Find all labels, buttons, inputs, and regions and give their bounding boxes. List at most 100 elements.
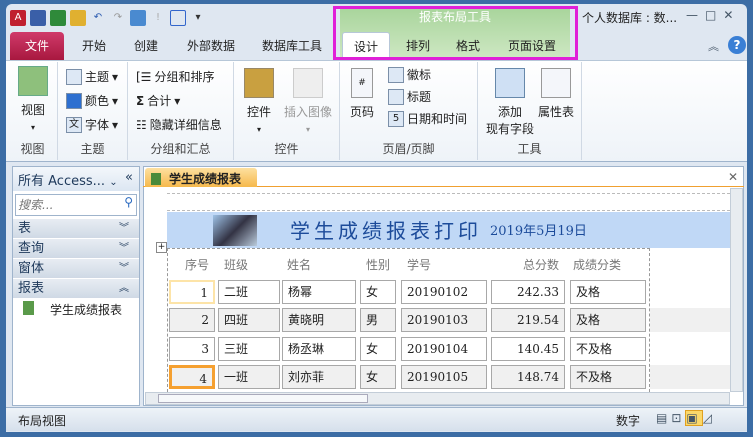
redo-icon[interactable]: ↷ [110, 10, 126, 26]
collapse-ribbon-icon[interactable]: ︽ [708, 38, 719, 54]
layout-view-icon[interactable]: ▣ [685, 410, 703, 426]
design-icon[interactable] [70, 10, 86, 26]
add-existing-fields-button[interactable]: 添加 现有字段 [486, 68, 534, 138]
view-button[interactable]: 视图 ▾ [14, 66, 52, 136]
table-cell[interactable]: 及格 [570, 280, 646, 304]
colors-button[interactable]: 颜色 ▾ [66, 92, 118, 109]
vertical-scrollbar[interactable] [730, 188, 743, 392]
nav-section-queries[interactable]: 查询 ︾ [13, 239, 139, 258]
table-cell[interactable]: 242.33 [491, 280, 565, 304]
report-view-icon[interactable]: ▤ [656, 411, 671, 425]
table-cell[interactable]: 不及格 [570, 365, 646, 389]
group-sort-button[interactable]: [☰ 分组和排序 [136, 68, 214, 85]
nav-header[interactable]: 所有 Access... ⌄ « [13, 167, 139, 191]
nav-section-reports[interactable]: 报表 ︽ [13, 279, 139, 298]
search-input[interactable] [16, 195, 122, 215]
table-cell[interactable]: 1 [169, 280, 215, 304]
table-cell[interactable]: 2 [169, 308, 215, 332]
theme-button[interactable]: 主题 ▾ [66, 68, 118, 85]
logo-button[interactable]: 徽标 [388, 66, 431, 83]
hide-details-button[interactable]: ☷ 隐藏详细信息 [136, 116, 222, 133]
nav-title: 所有 Access... [18, 174, 106, 189]
table-cell[interactable]: 三班 [218, 337, 280, 361]
table-cell[interactable]: 148.74 [491, 365, 565, 389]
table-cell[interactable]: 杨丞琳 [282, 337, 356, 361]
tab-home[interactable]: 开始 [70, 32, 118, 60]
section-label: 窗体 [18, 261, 45, 276]
property-sheet-icon [541, 68, 571, 98]
table-cell[interactable]: 二班 [218, 280, 280, 304]
print-preview-icon[interactable]: ⊡ [671, 411, 685, 425]
table-cell[interactable]: 四班 [218, 308, 280, 332]
table-cell[interactable]: 3 [169, 337, 215, 361]
scroll-thumb[interactable] [158, 394, 368, 403]
table-cell[interactable]: 刘亦菲 [282, 365, 356, 389]
table-cell[interactable]: 女 [360, 280, 396, 304]
help-icon[interactable]: ? [728, 36, 746, 54]
table-cell[interactable]: 20190105 [401, 365, 487, 389]
fonts-button[interactable]: 文字体 ▾ [66, 116, 118, 133]
table-cell[interactable]: 20190103 [401, 308, 487, 332]
table-cell[interactable]: 杨幂 [282, 280, 356, 304]
group-label: 工具 [517, 142, 542, 156]
nav-menu-icon[interactable]: ⌄ [109, 177, 117, 188]
table-cell[interactable]: 20190104 [401, 337, 487, 361]
title-button[interactable]: 标题 [388, 88, 431, 105]
save-icon[interactable] [30, 10, 46, 26]
group-sort-label: 分组和排序 [154, 70, 215, 84]
excel-icon[interactable] [50, 10, 66, 26]
nav-item-report[interactable]: 学生成绩报表 [13, 299, 139, 320]
table-cell[interactable]: 女 [360, 365, 396, 389]
table-cell[interactable]: 20190102 [401, 280, 487, 304]
design-view-icon[interactable]: ◿ [703, 411, 716, 425]
report-title[interactable]: 学生成绩报表打印 [290, 215, 482, 244]
group-label: 控件 [274, 142, 299, 156]
controls-button[interactable]: 控件 ▾ [242, 68, 276, 138]
report-icon[interactable] [130, 10, 146, 26]
document-tab[interactable]: 学生成绩报表 [145, 168, 257, 187]
customize-icon[interactable]: ▾ [190, 10, 206, 26]
close-button[interactable]: ✕ [723, 8, 740, 22]
table-cell[interactable]: 黄晓明 [282, 308, 356, 332]
table-cell[interactable]: 男 [360, 308, 396, 332]
property-sheet-label: 属性表 [537, 105, 574, 119]
report-date[interactable]: 2019年5月19日 [490, 220, 587, 239]
minimize-button[interactable]: — [686, 8, 705, 22]
access-logo-icon[interactable]: A [10, 10, 26, 26]
tab-file[interactable]: 文件 [10, 32, 64, 60]
table-cell[interactable]: 4 [169, 365, 215, 389]
move-handle-icon[interactable]: + [156, 242, 167, 253]
table-cell[interactable]: 女 [360, 337, 396, 361]
table-icon[interactable] [170, 10, 186, 26]
property-sheet-button[interactable]: 属性表 [534, 68, 578, 121]
view-label: 视图 [20, 103, 45, 117]
exclamation-icon[interactable]: ! [150, 10, 166, 26]
table-cell[interactable]: 及格 [570, 308, 646, 332]
maximize-button[interactable]: □ [705, 8, 723, 22]
view-switcher[interactable]: ▤⊡▣◿ [656, 410, 716, 426]
fonts-label: 字体 [85, 118, 110, 132]
undo-icon[interactable]: ↶ [90, 10, 106, 26]
window-controls[interactable]: —□✕ [686, 8, 740, 22]
date-time-button[interactable]: 5 日期和时间 [388, 110, 467, 127]
table-cell[interactable]: 不及格 [570, 337, 646, 361]
totals-button[interactable]: Σ 合计 ▾ [136, 92, 180, 109]
table-cell[interactable]: 一班 [218, 365, 280, 389]
table-cell[interactable]: 219.54 [491, 308, 565, 332]
tab-create[interactable]: 创建 [124, 32, 168, 60]
nav-section-tables[interactable]: 表 ︾ [13, 219, 139, 238]
search-icon[interactable]: ⚲ [121, 195, 136, 215]
tab-external-data[interactable]: 外部数据 [176, 32, 246, 60]
table-cell[interactable]: 140.45 [491, 337, 565, 361]
column-header: 总分数 [523, 258, 560, 272]
fonts-icon: 文 [66, 116, 82, 133]
collapse-nav-icon[interactable]: « [125, 170, 133, 185]
close-document-icon[interactable]: ✕ [728, 170, 738, 184]
group-view: 视图 ▾ 视图 [8, 62, 58, 160]
nav-section-forms[interactable]: 窗体 ︾ [13, 259, 139, 278]
insert-image-button[interactable]: 插入图像 ▾ [282, 68, 334, 138]
horizontal-scrollbar[interactable] [145, 392, 730, 405]
page-number-button[interactable]: # 页码 [348, 68, 376, 121]
tab-database-tools[interactable]: 数据库工具 [254, 32, 330, 60]
theme-icon [66, 68, 82, 85]
